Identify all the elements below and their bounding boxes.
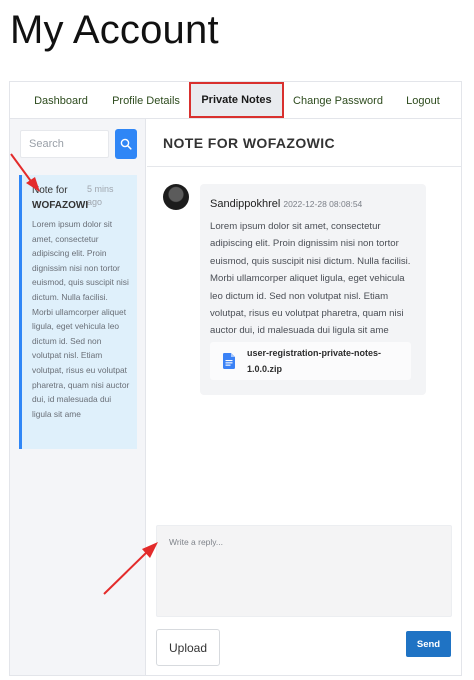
note-preview: Lorem ipsum dolor sit amet, consectetur …	[32, 219, 130, 419]
conversation-title: NOTE FOR WOFAZOWIC	[163, 135, 336, 151]
notes-sidebar: Note for WOFAZOWI 5 mins ago Lorem ipsum…	[10, 119, 146, 675]
message-text: Lorem ipsum dolor sit amet, consectetur …	[210, 221, 411, 337]
search-input[interactable]	[20, 130, 109, 158]
message-bubble: Sandippokhrel 2022-12-28 08:08:54 Lorem i…	[200, 184, 426, 395]
reply-textarea[interactable]	[156, 525, 452, 617]
tab-logout[interactable]: Logout	[400, 82, 446, 119]
search-button[interactable]	[115, 129, 137, 159]
note-list-item[interactable]: Note for WOFAZOWI 5 mins ago Lorem ipsum…	[19, 175, 137, 449]
note-time: 5 mins ago	[87, 184, 114, 207]
avatar	[163, 184, 189, 210]
message-author: Sandippokhrel	[210, 198, 281, 210]
attachment-link[interactable]: user-registration-private-notes-1.0.0.zi…	[210, 342, 411, 380]
note-conversation: NOTE FOR WOFAZOWIC Sandippokhrel 2022-12-…	[147, 119, 461, 675]
page-title: My Account	[10, 8, 219, 52]
document-icon	[223, 353, 235, 369]
send-button[interactable]: Send	[406, 631, 451, 657]
upload-button[interactable]: Upload	[156, 629, 220, 666]
attachment-name: user-registration-private-notes-1.0.0.zi…	[247, 348, 382, 374]
tab-profile-details[interactable]: Profile Details	[110, 82, 182, 119]
tab-private-notes[interactable]: Private Notes	[189, 82, 284, 118]
tab-dashboard[interactable]: Dashboard	[23, 82, 99, 119]
search-icon	[120, 138, 132, 150]
account-panel: Dashboard Profile Details Private Notes …	[9, 81, 462, 676]
message-timestamp: 2022-12-28 08:08:54	[283, 199, 363, 209]
account-tabs: Dashboard Profile Details Private Notes …	[10, 82, 461, 119]
tab-change-password[interactable]: Change Password	[293, 82, 383, 119]
note-title: Note for WOFAZOWI	[32, 185, 89, 211]
divider	[147, 166, 461, 167]
